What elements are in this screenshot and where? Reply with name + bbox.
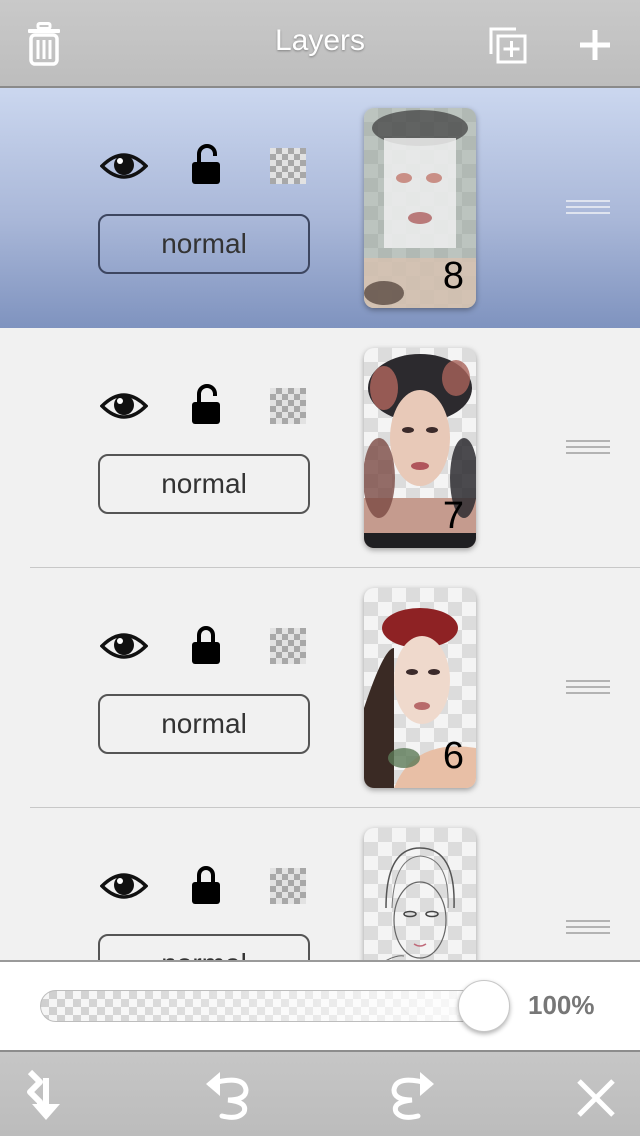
redo-icon[interactable] — [386, 1068, 436, 1122]
blend-mode-button[interactable]: normal — [98, 694, 310, 754]
page-title: Layers — [274, 24, 366, 57]
layers-list[interactable]: normal 8 normal 7 normal 6 — [0, 88, 640, 960]
alpha-lock-icon[interactable] — [270, 148, 306, 184]
layer-number: 6 — [442, 735, 464, 777]
drag-handle[interactable] — [566, 440, 610, 458]
blend-mode-button[interactable]: normal — [98, 214, 310, 274]
layer-thumbnail: 7 — [364, 348, 476, 548]
layers-screen: Layers normal 8 normal 7 normal 6 100% — [0, 0, 640, 1136]
layer-thumbnail-art — [385, 847, 455, 960]
layer-number: 8 — [442, 255, 464, 297]
top-bar: Layers — [0, 0, 640, 88]
layer-row[interactable]: normal 6 — [0, 568, 640, 808]
alpha-lock-icon[interactable] — [270, 868, 306, 904]
alpha-lock-icon[interactable] — [270, 388, 306, 424]
locked-icon[interactable] — [190, 624, 222, 666]
unlocked-icon[interactable] — [190, 144, 222, 186]
opacity-slider-track[interactable] — [40, 990, 492, 1022]
eye-icon[interactable] — [100, 146, 148, 186]
unlocked-icon[interactable] — [190, 384, 222, 426]
layer-thumbnail — [364, 828, 476, 960]
blend-mode-button[interactable]: normal — [98, 454, 310, 514]
bottom-toolbar — [0, 1050, 640, 1136]
merge-down-icon[interactable] — [24, 1068, 68, 1122]
layer-thumbnail: 6 — [364, 588, 476, 788]
opacity-panel: 100% — [0, 960, 640, 1050]
layer-thumbnail: 8 — [364, 108, 476, 308]
drag-handle[interactable] — [566, 920, 610, 938]
add-layer-icon[interactable] — [578, 28, 612, 62]
drag-handle[interactable] — [566, 680, 610, 698]
layer-row[interactable]: normal 8 — [0, 88, 640, 328]
undo-icon[interactable] — [204, 1068, 254, 1122]
drag-handle[interactable] — [566, 200, 610, 218]
close-icon[interactable] — [576, 1078, 616, 1118]
layer-row[interactable]: normal — [0, 808, 640, 960]
alpha-lock-icon[interactable] — [270, 628, 306, 664]
layer-row[interactable]: normal 7 — [0, 328, 640, 568]
locked-icon[interactable] — [190, 864, 222, 906]
layer-number: 7 — [442, 495, 464, 537]
blend-mode-button[interactable]: normal — [98, 934, 310, 960]
eye-icon[interactable] — [100, 386, 148, 426]
opacity-slider-knob[interactable] — [458, 980, 510, 1032]
eye-icon[interactable] — [100, 866, 148, 906]
opacity-value: 100% — [528, 990, 595, 1020]
duplicate-layer-icon[interactable] — [488, 26, 528, 64]
eye-icon[interactable] — [100, 626, 148, 666]
